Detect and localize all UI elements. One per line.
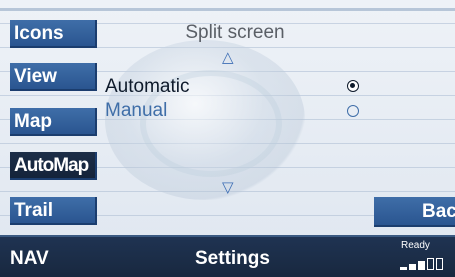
radio-automatic[interactable] <box>347 80 359 92</box>
radio-manual[interactable] <box>347 105 359 117</box>
settings-label: Settings <box>195 248 270 269</box>
option-manual[interactable]: Manual <box>105 100 167 122</box>
nav-mode-label[interactable]: NAV <box>10 248 49 270</box>
sidebar-item-map[interactable]: Map <box>10 108 97 136</box>
sidebar-item-trail[interactable]: Trail <box>10 197 97 225</box>
scroll-down-icon[interactable]: ▽ <box>222 180 234 195</box>
sidebar-item-automap[interactable]: AutoMap <box>10 152 97 180</box>
status-label: Ready <box>401 240 430 251</box>
top-divider <box>0 8 455 11</box>
option-automatic[interactable]: Automatic <box>105 76 189 98</box>
sidebar-item-icons[interactable]: Icons <box>10 20 97 48</box>
page-title: Split screen <box>185 22 285 43</box>
scroll-up-icon[interactable]: △ <box>222 50 234 65</box>
sidebar-item-view[interactable]: View <box>10 63 97 91</box>
signal-strength-icon <box>400 256 454 270</box>
back-button[interactable]: Back <box>374 197 455 227</box>
